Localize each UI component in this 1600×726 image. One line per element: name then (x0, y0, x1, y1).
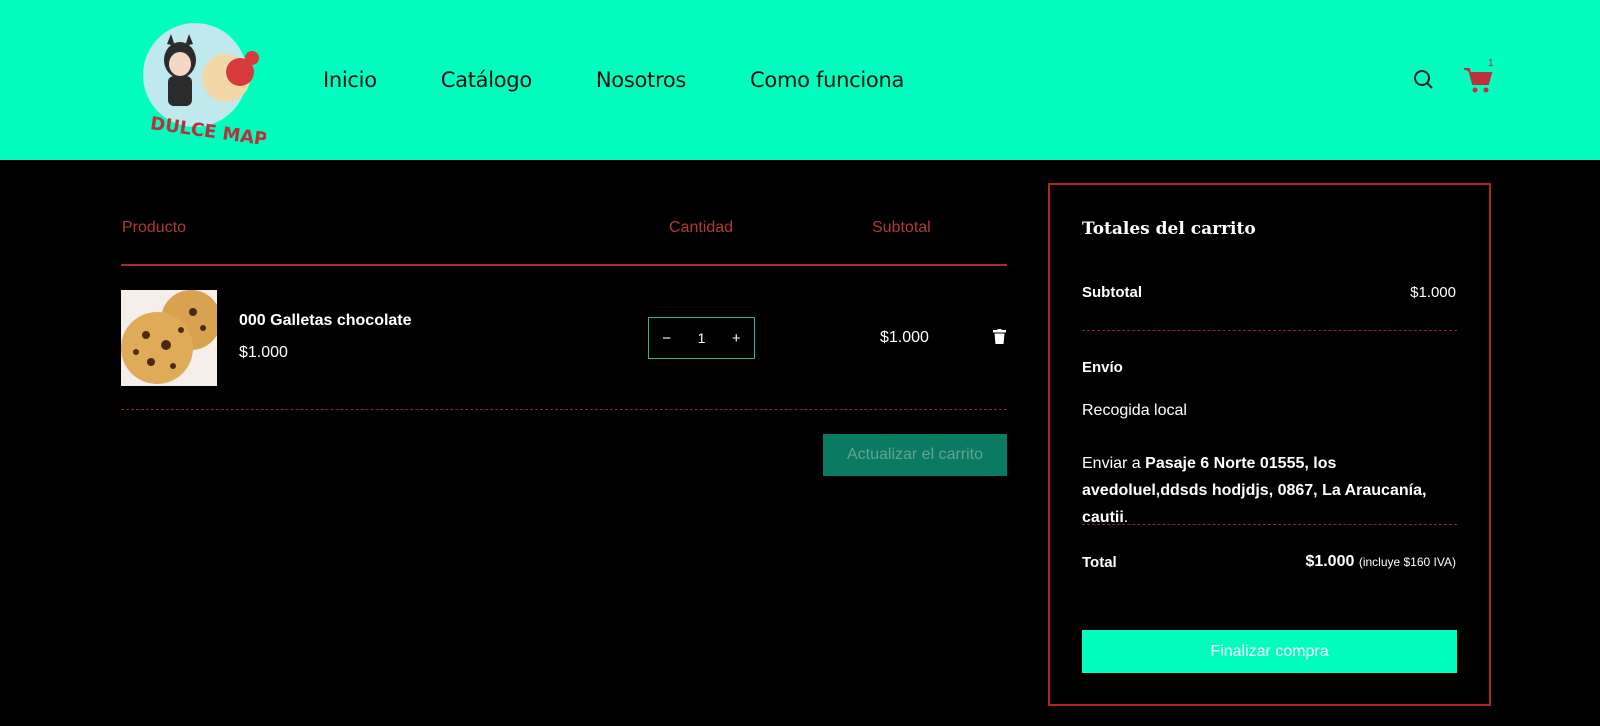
quantity-value[interactable]: 1 (698, 330, 706, 346)
shipping-label: Envío (1082, 359, 1123, 376)
nav-item-nosotros[interactable]: Nosotros (596, 68, 686, 92)
quantity-decrement-button[interactable]: − (662, 330, 671, 347)
column-header-product: Producto (122, 219, 187, 236)
totals-divider-1 (1082, 330, 1457, 331)
update-cart-button[interactable]: Actualizar el carrito (823, 434, 1007, 476)
trash-icon[interactable] (993, 329, 1006, 344)
totals-title: Totales del carrito (1082, 219, 1256, 239)
nav-item-inicio[interactable]: Inicio (323, 68, 377, 92)
product-image[interactable] (121, 290, 217, 386)
totals-subtotal-value: $1.000 (1410, 284, 1456, 301)
search-icon[interactable] (1412, 68, 1436, 92)
total-tax-note: (incluye $160 IVA) (1358, 555, 1456, 569)
product-name[interactable]: 000 Galletas chocolate (239, 312, 412, 330)
total-value: $1.000 (incluye $160 IVA) (1305, 553, 1456, 571)
totals-divider-2 (1082, 524, 1457, 525)
cart-totals-panel (1048, 183, 1491, 706)
quantity-increment-button[interactable]: + (732, 330, 741, 347)
quantity-stepper: − 1 + (648, 317, 755, 359)
nav-item-como-funciona[interactable]: Como funciona (750, 68, 904, 92)
nav-item-catalogo[interactable]: Catálogo (441, 68, 532, 92)
totals-subtotal-label: Subtotal (1082, 284, 1142, 301)
row-divider (121, 409, 1007, 410)
checkout-button[interactable]: Finalizar compra (1082, 630, 1457, 673)
cart-icon[interactable] (1463, 66, 1493, 94)
shipping-address: Enviar a Pasaje 6 Norte 01555, los avedo… (1082, 450, 1460, 531)
site-header: DULCE MAPU Inicio Catálogo Nosotros Como… (0, 0, 1600, 160)
brand-logo[interactable]: DULCE MAPU (140, 20, 283, 152)
main-nav: Inicio Catálogo Nosotros Como funciona (323, 68, 968, 92)
column-header-quantity: Cantidad (669, 219, 734, 236)
ship-to-prefix: Enviar a (1082, 455, 1146, 472)
total-amount: $1.000 (1305, 553, 1355, 570)
cart-count-badge: 1 (1488, 58, 1494, 69)
row-subtotal: $1.000 (880, 329, 929, 346)
total-label: Total (1082, 554, 1117, 571)
shipping-method: Recogida local (1082, 402, 1187, 419)
column-header-subtotal: Subtotal (872, 219, 931, 236)
product-price: $1.000 (239, 344, 288, 361)
header-divider (121, 264, 1007, 266)
